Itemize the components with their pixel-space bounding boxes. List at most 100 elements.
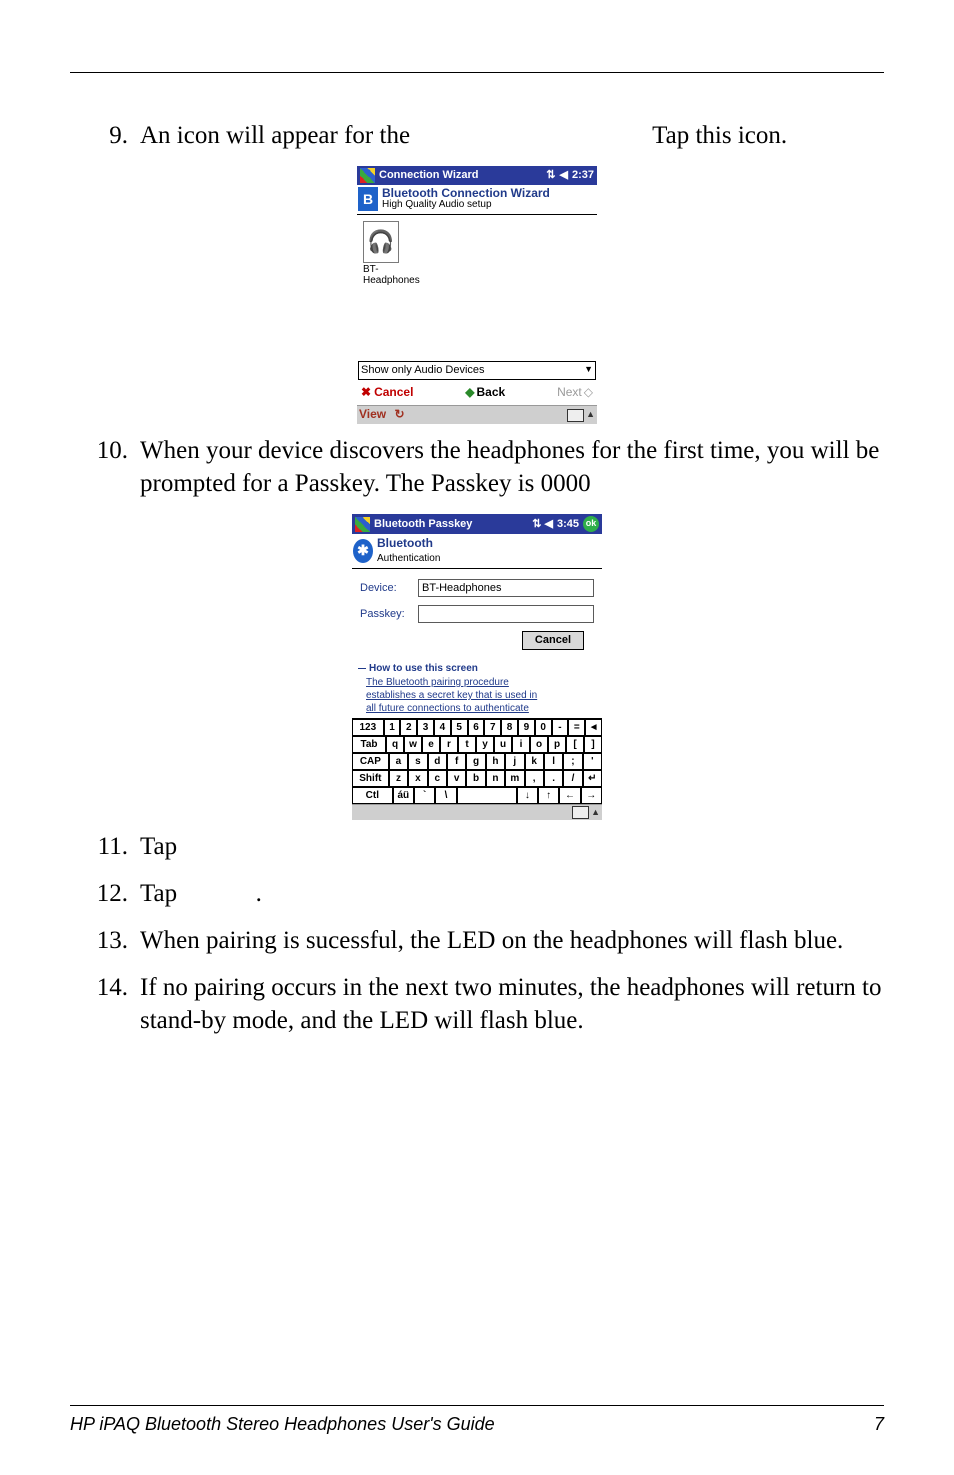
osk-key[interactable]: 123 <box>352 719 384 736</box>
signal-icon: ⇅ <box>546 168 555 183</box>
step-number: 14. <box>70 971 140 1037</box>
osk-key[interactable]: m <box>505 770 524 787</box>
osk-key[interactable]: a <box>389 753 408 770</box>
cw-header-line2: High Quality Audio setup <box>382 200 550 211</box>
osk-key[interactable]: n <box>486 770 505 787</box>
speaker-icon: ◀ <box>545 517 553 532</box>
refresh-icon[interactable]: ↻ <box>394 407 404 421</box>
osk-key[interactable]: . <box>544 770 563 787</box>
keyboard-icon[interactable] <box>572 806 589 819</box>
view-menu[interactable]: View <box>359 407 386 421</box>
osk-key[interactable]: ↓ <box>517 787 538 804</box>
osk-key[interactable]: 5 <box>451 719 468 736</box>
osk-key[interactable]: z <box>389 770 408 787</box>
osk-key[interactable]: k <box>525 753 544 770</box>
keyboard-icon[interactable] <box>567 409 584 422</box>
osk-key[interactable]: 7 <box>484 719 501 736</box>
start-flag-icon <box>360 168 375 183</box>
osk-key[interactable]: e <box>422 736 440 753</box>
bluetooth-icon: B <box>358 187 378 211</box>
osk-key[interactable]: [ <box>566 736 584 753</box>
osk-key[interactable]: = <box>568 719 585 736</box>
osk-key[interactable]: l <box>544 753 563 770</box>
osk-key[interactable]: j <box>505 753 524 770</box>
osk-key[interactable]: w <box>404 736 422 753</box>
osk-key[interactable]: h <box>486 753 505 770</box>
on-screen-keyboard[interactable]: 1231234567890-=◄ Tabqwertyuiop[] CAPasdf… <box>352 718 602 804</box>
osk-key[interactable]: \ <box>435 787 456 804</box>
osk-key[interactable]: 3 <box>417 719 434 736</box>
sip-up-icon[interactable]: ▲ <box>586 409 595 421</box>
osk-key[interactable]: y <box>476 736 494 753</box>
pk-clock: 3:45 <box>557 517 579 532</box>
page-number: 7 <box>874 1414 884 1435</box>
headphones-device-icon[interactable]: 🎧 <box>363 221 399 263</box>
osk-key[interactable]: ; <box>563 753 582 770</box>
next-button-disabled: Next◇ <box>557 385 593 401</box>
step-14-text: If no pairing occurs in the next two min… <box>140 971 884 1037</box>
ok-button[interactable]: ok <box>583 516 599 532</box>
osk-key[interactable]: g <box>466 753 485 770</box>
osk-key[interactable]: 0 <box>535 719 552 736</box>
osk-key[interactable]: Shift <box>352 770 389 787</box>
chevron-down-icon: ▼ <box>584 364 593 376</box>
osk-key[interactable]: ↑ <box>538 787 559 804</box>
start-flag-icon <box>355 517 370 532</box>
pk-title-text: Bluetooth Passkey <box>374 517 472 532</box>
footer-title: HP iPAQ Bluetooth Stereo Headphones User… <box>70 1414 495 1435</box>
osk-key[interactable]: ` <box>414 787 435 804</box>
device-filter-dropdown[interactable]: Show only Audio Devices ▼ <box>358 361 596 380</box>
osk-key[interactable]: ↵ <box>583 770 602 787</box>
osk-key[interactable] <box>457 787 517 804</box>
osk-key[interactable]: ' <box>583 753 602 770</box>
cancel-button[interactable]: Cancel <box>522 631 584 650</box>
osk-key[interactable]: ← <box>559 787 580 804</box>
osk-key[interactable]: CAP <box>352 753 389 770</box>
osk-key[interactable]: ◄ <box>585 719 602 736</box>
step-number: 12. <box>70 877 140 910</box>
device-field: BT-Headphones <box>418 579 594 597</box>
osk-key[interactable]: 1 <box>384 719 401 736</box>
device-label: Device: <box>360 581 418 596</box>
osk-key[interactable]: x <box>408 770 427 787</box>
osk-key[interactable]: 9 <box>518 719 535 736</box>
osk-key[interactable]: - <box>552 719 569 736</box>
connection-wizard-screenshot: Connection Wizard ⇅ ◀ 2:37 B Bluetooth C… <box>357 166 597 424</box>
pk-header-line1: Bluetooth <box>377 536 440 552</box>
osk-key[interactable]: d <box>428 753 447 770</box>
osk-key[interactable]: u <box>494 736 512 753</box>
osk-key[interactable]: Ctl <box>352 787 393 804</box>
pk-header-line2: Authentication <box>377 552 440 565</box>
cancel-button[interactable]: Cancel <box>361 385 413 401</box>
osk-key[interactable]: t <box>458 736 476 753</box>
osk-key[interactable]: 4 <box>434 719 451 736</box>
osk-key[interactable]: p <box>548 736 566 753</box>
osk-key[interactable]: b <box>466 770 485 787</box>
osk-key[interactable]: áü <box>393 787 414 804</box>
osk-key[interactable]: o <box>530 736 548 753</box>
back-button[interactable]: ◆Back <box>465 385 505 401</box>
osk-key[interactable]: r <box>440 736 458 753</box>
osk-key[interactable]: s <box>408 753 427 770</box>
passkey-input[interactable] <box>418 605 594 623</box>
passkey-screenshot: Bluetooth Passkey ⇅ ◀ 3:45 ok ✱ Bluetoot… <box>352 514 602 820</box>
osk-key[interactable]: , <box>525 770 544 787</box>
step-12-text-a: Tap <box>140 880 177 907</box>
osk-key[interactable]: Tab <box>352 736 386 753</box>
osk-key[interactable]: → <box>581 787 602 804</box>
step-number: 9. <box>70 119 140 152</box>
help-text[interactable]: The Bluetooth pairing procedure establis… <box>366 676 594 716</box>
osk-key[interactable]: v <box>447 770 466 787</box>
step-9-text-a: An icon will appear for the <box>140 122 410 149</box>
device-caption: BT- Headphones <box>363 265 591 286</box>
osk-key[interactable]: c <box>428 770 447 787</box>
osk-key[interactable]: 2 <box>400 719 417 736</box>
sip-up-icon[interactable]: ▲ <box>591 807 600 819</box>
osk-key[interactable]: f <box>447 753 466 770</box>
osk-key[interactable]: 8 <box>501 719 518 736</box>
osk-key[interactable]: q <box>386 736 404 753</box>
osk-key[interactable]: ] <box>584 736 602 753</box>
osk-key[interactable]: / <box>563 770 582 787</box>
osk-key[interactable]: 6 <box>468 719 485 736</box>
osk-key[interactable]: i <box>512 736 530 753</box>
